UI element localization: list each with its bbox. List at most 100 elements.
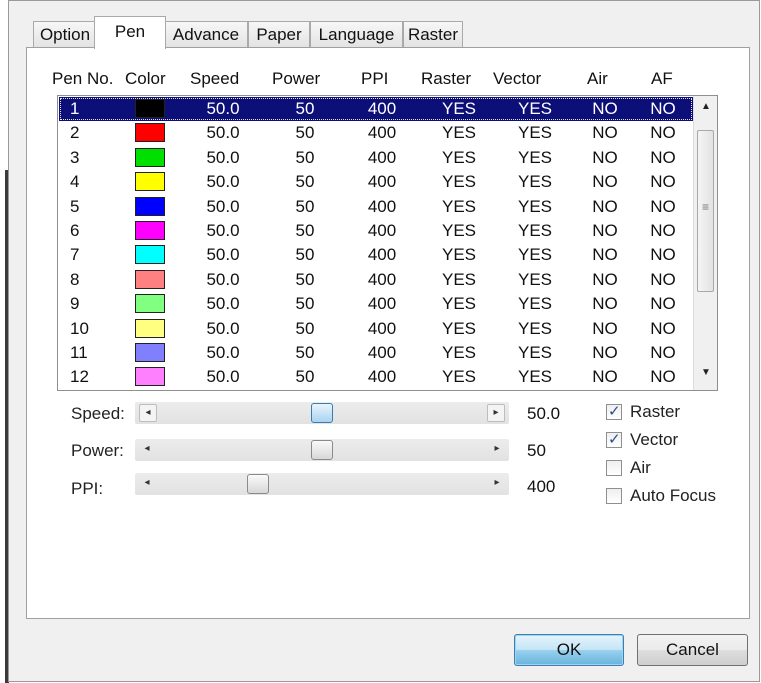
pen-color-swatch[interactable] xyxy=(135,172,165,192)
af-cell: NO xyxy=(650,343,676,362)
pen-number: 10 xyxy=(70,318,89,338)
ppi-cell: 400 xyxy=(367,318,397,338)
pen-row[interactable]: 3 50.0 50 400 YES YES NO NO xyxy=(59,146,693,170)
power-slider[interactable]: ◂ ▸ xyxy=(135,439,509,461)
ppi-left-arrow-icon[interactable]: ◂ xyxy=(139,475,155,491)
pen-color-swatch[interactable] xyxy=(135,269,165,289)
speed-left-arrow-icon[interactable]: ◂ xyxy=(139,404,157,422)
pen-color-swatch[interactable] xyxy=(135,343,165,362)
speed-slider[interactable]: ◂ ▸ xyxy=(135,402,509,424)
tab-advance[interactable]: Advance xyxy=(164,21,248,47)
cancel-button[interactable]: Cancel xyxy=(637,634,748,666)
ppi-right-arrow-icon[interactable]: ▸ xyxy=(489,475,505,491)
scrollbar-thumb[interactable]: ≡ xyxy=(697,130,714,292)
pen-number: 2 xyxy=(70,123,80,143)
raster-checkbox-box[interactable]: ✓ xyxy=(606,403,622,420)
raster-checkbox-label[interactable]: Raster xyxy=(630,402,680,422)
pen-number: 11 xyxy=(70,343,88,362)
scroll-up-icon[interactable]: ▲ xyxy=(694,98,717,116)
power-cell: 50 xyxy=(295,269,315,289)
power-cell: 50 xyxy=(295,343,315,362)
power-value: 50 xyxy=(527,441,546,460)
power-right-arrow-icon[interactable]: ▸ xyxy=(489,441,505,457)
air-cell: NO xyxy=(592,318,618,338)
vector-cell: YES xyxy=(517,99,553,118)
tab-paper[interactable]: Paper xyxy=(248,21,310,47)
air-checkbox[interactable]: Air xyxy=(606,458,761,480)
pen-color-swatch[interactable] xyxy=(135,147,165,167)
pen-row[interactable]: 1 50.0 50 400 YES YES NO NO xyxy=(59,97,693,121)
pen-number: 1 xyxy=(70,99,80,118)
pen-row[interactable]: 5 50.0 50 400 YES YES NO NO xyxy=(59,195,693,219)
pen-list-scrollbar[interactable]: ▲ ≡ ▼ xyxy=(693,96,717,390)
speed-cell: 50.0 xyxy=(206,343,240,362)
pen-number: 6 xyxy=(70,221,80,240)
pen-row[interactable]: 4 50.0 50 400 YES YES NO NO xyxy=(59,170,693,194)
tab-pen[interactable]: Pen xyxy=(94,16,166,49)
scroll-down-icon[interactable]: ▼ xyxy=(694,364,717,382)
pen-color-swatch[interactable] xyxy=(135,99,165,118)
auto-focus-checkbox[interactable]: Auto Focus xyxy=(606,486,761,508)
pen-list[interactable]: ▲ ≡ ▼ 1 50.0 50 400 YES YES NO NO 2 50.0 50 400 YES Y… xyxy=(57,95,718,391)
air-checkbox-label[interactable]: Air xyxy=(630,458,651,478)
pen-row[interactable]: 11 50.0 50 400 YES YES NO NO xyxy=(59,341,693,365)
raster-cell: YES xyxy=(441,123,477,143)
raster-cell: YES xyxy=(441,318,477,338)
raster-cell: YES xyxy=(441,343,477,362)
ok-button[interactable]: OK xyxy=(514,634,624,666)
raster-cell: YES xyxy=(441,147,477,167)
pen-color-swatch[interactable] xyxy=(135,318,165,338)
air-checkbox-box[interactable] xyxy=(606,460,622,476)
vector-checkbox-label[interactable]: Vector xyxy=(630,430,678,450)
vector-checkbox-box[interactable]: ✓ xyxy=(606,431,622,448)
air-cell: NO xyxy=(592,123,618,143)
pen-color-swatch[interactable] xyxy=(135,294,165,314)
column-header-ppi: PPI xyxy=(361,69,389,88)
pen-color-swatch[interactable] xyxy=(135,245,165,265)
vector-checkbox[interactable]: ✓ Vector xyxy=(606,430,761,452)
tab-option[interactable]: Option xyxy=(33,21,97,47)
air-cell: NO xyxy=(592,269,618,289)
speed-slider-thumb[interactable] xyxy=(311,403,333,423)
pen-color-swatch[interactable] xyxy=(135,196,165,216)
pen-number: 4 xyxy=(70,172,80,192)
pen-row[interactable]: 12 50.0 50 400 YES YES NO NO xyxy=(59,365,693,389)
ppi-cell: 400 xyxy=(367,172,397,192)
speed-cell: 50.0 xyxy=(206,294,240,314)
pen-row[interactable]: 2 50.0 50 400 YES YES NO NO xyxy=(59,121,693,145)
pen-row[interactable]: 7 50.0 50 400 YES YES NO NO xyxy=(59,243,693,267)
pen-row[interactable]: 10 50.0 50 400 YES YES NO NO xyxy=(59,317,693,341)
pen-number: 9 xyxy=(70,294,80,314)
pen-row[interactable]: 8 50.0 50 400 YES YES NO NO xyxy=(59,268,693,292)
pen-row[interactable]: 6 50.0 50 400 YES YES NO NO xyxy=(59,219,693,243)
pen-color-swatch[interactable] xyxy=(135,123,165,143)
check-mark-icon: ✓ xyxy=(608,403,621,420)
ppi-cell: 400 xyxy=(367,245,397,265)
auto-focus-checkbox-box[interactable] xyxy=(606,488,622,504)
vector-cell: YES xyxy=(517,147,553,167)
pen-row[interactable]: 9 50.0 50 400 YES YES NO NO xyxy=(59,292,693,316)
speed-cell: 50.0 xyxy=(206,172,240,192)
column-header-power: Power xyxy=(272,69,321,88)
raster-cell: YES xyxy=(441,221,477,240)
af-cell: NO xyxy=(650,245,676,265)
pen-number: 5 xyxy=(70,196,80,216)
raster-checkbox[interactable]: ✓ Raster xyxy=(606,402,761,424)
pen-color-swatch[interactable] xyxy=(135,367,165,387)
air-cell: NO xyxy=(592,147,618,167)
af-cell: NO xyxy=(650,147,676,167)
power-slider-thumb[interactable] xyxy=(311,440,333,460)
auto-focus-checkbox-label[interactable]: Auto Focus xyxy=(630,486,716,506)
power-left-arrow-icon[interactable]: ◂ xyxy=(139,441,155,457)
pen-color-swatch[interactable] xyxy=(135,221,165,240)
speed-label: Speed: xyxy=(71,404,125,423)
vector-cell: YES xyxy=(517,196,553,216)
ppi-value: 400 xyxy=(527,477,556,496)
ppi-slider[interactable]: ◂ ▸ xyxy=(135,473,509,495)
tab-language[interactable]: Language xyxy=(310,21,403,47)
tab-raster[interactable]: Raster xyxy=(403,21,463,47)
speed-right-arrow-icon[interactable]: ▸ xyxy=(487,404,505,422)
check-mark-icon: ✓ xyxy=(608,431,621,448)
column-header-speed: Speed xyxy=(190,69,240,88)
ppi-slider-thumb[interactable] xyxy=(247,474,270,494)
